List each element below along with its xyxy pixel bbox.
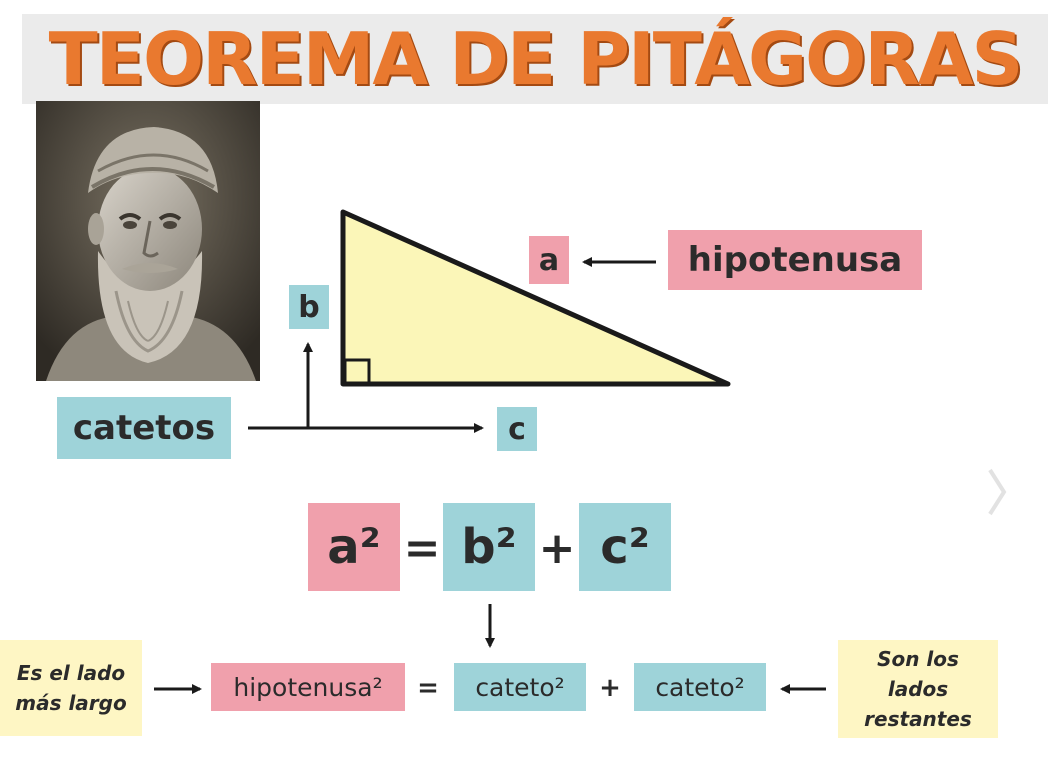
word-leg2-squared: cateto²: [634, 663, 766, 711]
word-plus: +: [599, 673, 621, 703]
formula-plus: +: [538, 522, 576, 574]
legs-label: catetos: [57, 397, 231, 459]
note-remaining-sides: Son los lados restantes: [838, 640, 998, 738]
label-c: c: [497, 407, 537, 451]
label-b: b: [289, 285, 329, 329]
word-hypotenuse-squared: hipotenusa²: [211, 663, 405, 711]
chevron-right-icon: [988, 468, 1007, 516]
formula-c-squared: c²: [579, 503, 671, 591]
hypotenuse-label: hipotenusa: [668, 230, 922, 290]
word-equals: =: [417, 673, 439, 703]
note-longest-side: Es el lado más largo: [0, 640, 142, 736]
formula-b-squared: b²: [443, 503, 535, 591]
formula-equals: =: [403, 522, 441, 574]
label-a: a: [529, 236, 569, 284]
formula-a-squared: a²: [308, 503, 400, 591]
word-leg1-squared: cateto²: [454, 663, 586, 711]
